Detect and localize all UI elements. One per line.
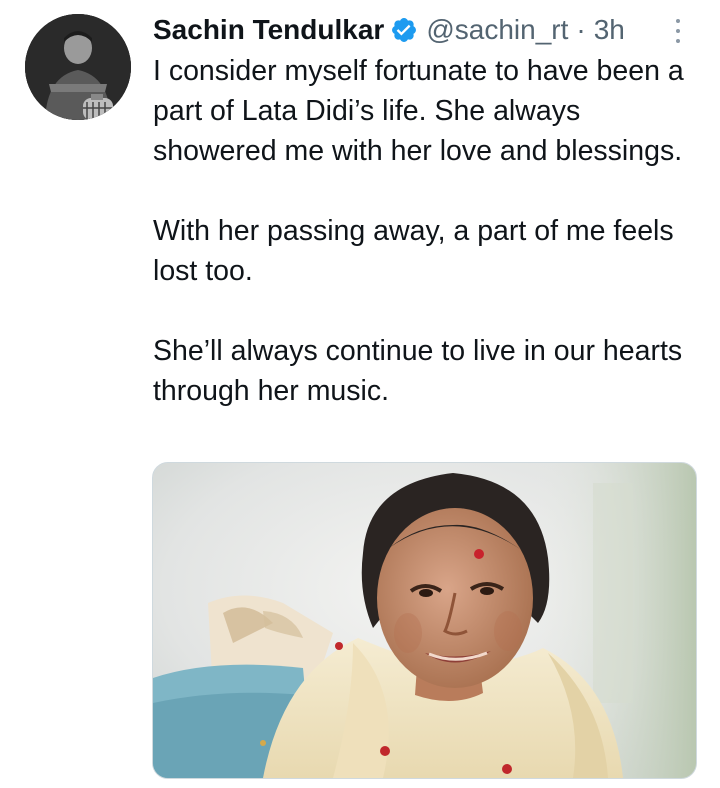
- verified-badge-icon: [390, 16, 418, 44]
- tweet[interactable]: Sachin Tendulkar @sachin_rt · 3h I consi…: [0, 0, 720, 788]
- avatar-photo-icon: [25, 14, 131, 120]
- author-display-name[interactable]: Sachin Tendulkar: [153, 12, 384, 48]
- tweet-media-photo[interactable]: [152, 462, 697, 779]
- tweet-paragraph: I consider myself fortunate to have been…: [153, 55, 684, 167]
- tweet-header: Sachin Tendulkar @sachin_rt · 3h: [153, 12, 690, 48]
- author-avatar[interactable]: [25, 14, 131, 120]
- tweet-paragraph: With her passing away, a part of me feel…: [153, 215, 674, 287]
- tweet-paragraph: She’ll always continue to live in our he…: [153, 335, 683, 407]
- portrait-photo-icon: [153, 463, 696, 778]
- more-options-icon[interactable]: [666, 16, 690, 46]
- meta-separator: ·: [576, 14, 586, 45]
- author-handle[interactable]: @sachin_rt: [426, 12, 568, 48]
- tweet-text: I consider myself fortunate to have been…: [153, 51, 698, 411]
- tweet-timestamp[interactable]: 3h: [594, 12, 625, 48]
